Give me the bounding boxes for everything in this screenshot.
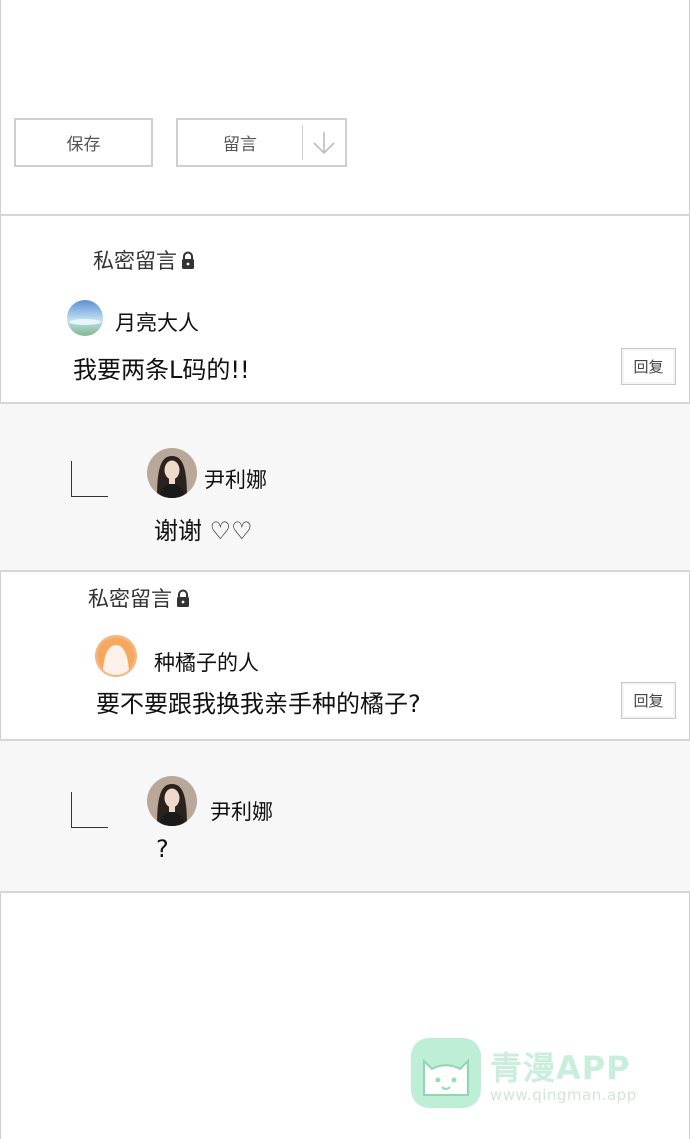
username[interactable]: 月亮大人 <box>115 307 199 337</box>
corner-reply-icon <box>71 792 108 828</box>
private-message-label: 私密留言 <box>88 583 190 613</box>
divider <box>0 891 690 893</box>
avatar[interactable] <box>147 448 197 498</box>
private-message-label: 私密留言 <box>93 245 195 275</box>
cat-logo-icon <box>410 1037 482 1109</box>
reply-text: ? <box>156 835 169 863</box>
reply-button[interactable]: 回复 <box>621 682 676 719</box>
arrow-down-icon[interactable] <box>303 129 345 157</box>
comment-text: 要不要跟我换我亲手种的橘子? <box>96 690 421 718</box>
save-button[interactable]: 保存 <box>14 118 153 167</box>
save-button-label: 保存 <box>66 135 101 155</box>
reply-block-1: 尹利娜 谢谢 ♡♡ <box>0 404 690 570</box>
avatar[interactable] <box>147 776 197 826</box>
watermark-title: 青漫APP <box>490 1049 631 1087</box>
reply-block-2: 尹利娜 ? <box>0 741 690 891</box>
username[interactable]: 种橘子的人 <box>154 647 259 677</box>
private-label-text: 私密留言 <box>88 587 172 611</box>
username[interactable]: 尹利娜 <box>210 796 273 826</box>
avatar[interactable] <box>67 300 103 336</box>
message-button-label: 留言 <box>223 135 257 155</box>
avatar[interactable] <box>95 635 137 677</box>
message-button[interactable]: 留言 <box>176 118 347 167</box>
watermark-url: www.qingman.app <box>490 1086 637 1104</box>
comment-text: 我要两条L码的!! <box>73 356 250 384</box>
lock-icon <box>182 251 194 269</box>
reply-text: 谢谢 ♡♡ <box>154 517 253 545</box>
corner-reply-icon <box>71 461 108 497</box>
lock-icon <box>177 589 189 607</box>
comment-block-2: 私密留言 种橘子的人 要不要跟我换我亲手种的橘子? 回复 <box>0 572 690 739</box>
comment-block-1: 私密留言 月亮大人 我要两条L码的!! 回复 <box>0 216 690 402</box>
reply-button[interactable]: 回复 <box>621 348 676 385</box>
private-label-text: 私密留言 <box>93 249 177 273</box>
username[interactable]: 尹利娜 <box>204 464 267 494</box>
